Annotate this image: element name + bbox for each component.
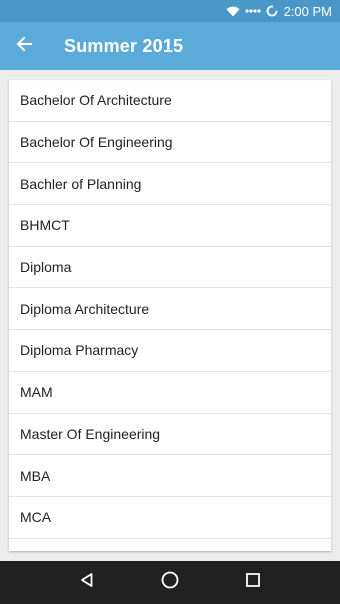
recents-square-icon bbox=[245, 572, 261, 593]
list-item-partial[interactable] bbox=[9, 539, 331, 551]
list-item-mca[interactable]: MCA bbox=[9, 497, 331, 539]
system-nav-bar bbox=[0, 561, 340, 604]
list-item-bhmct[interactable]: BHMCT bbox=[9, 205, 331, 247]
loading-circle-icon bbox=[266, 5, 278, 17]
status-time: 2:00 PM bbox=[283, 3, 332, 19]
wifi-icon bbox=[226, 6, 240, 17]
list-item-diploma[interactable]: Diploma bbox=[9, 247, 331, 289]
nav-back-button[interactable] bbox=[67, 563, 107, 603]
app-bar: Summer 2015 bbox=[0, 22, 340, 70]
nav-home-button[interactable] bbox=[150, 563, 190, 603]
list-item-diploma-pharmacy[interactable]: Diploma Pharmacy bbox=[9, 330, 331, 372]
nav-recents-button[interactable] bbox=[233, 563, 273, 603]
list-item-diploma-architecture[interactable]: Diploma Architecture bbox=[9, 288, 331, 331]
course-list: Bachelor Of Architecture Bachelor Of Eng… bbox=[9, 80, 331, 551]
home-circle-icon bbox=[161, 571, 179, 594]
list-item-bachelor-of-architecture[interactable]: Bachelor Of Architecture bbox=[9, 80, 331, 122]
back-button[interactable] bbox=[0, 22, 48, 70]
signal-dots-icon bbox=[244, 8, 261, 14]
list-item-master-of-engineering[interactable]: Master Of Engineering bbox=[9, 414, 331, 456]
arrow-back-icon bbox=[16, 36, 32, 57]
page-title: Summer 2015 bbox=[64, 35, 184, 56]
status-bar: 2:00 PM bbox=[0, 0, 340, 22]
list-item-mba[interactable]: MBA bbox=[9, 455, 331, 497]
list-item-bachler-of-planning[interactable]: Bachler of Planning bbox=[9, 163, 331, 206]
list-item-bachelor-of-engineering[interactable]: Bachelor Of Engineering bbox=[9, 122, 331, 164]
list-item-mam[interactable]: MAM bbox=[9, 372, 331, 414]
back-triangle-icon bbox=[79, 572, 95, 593]
